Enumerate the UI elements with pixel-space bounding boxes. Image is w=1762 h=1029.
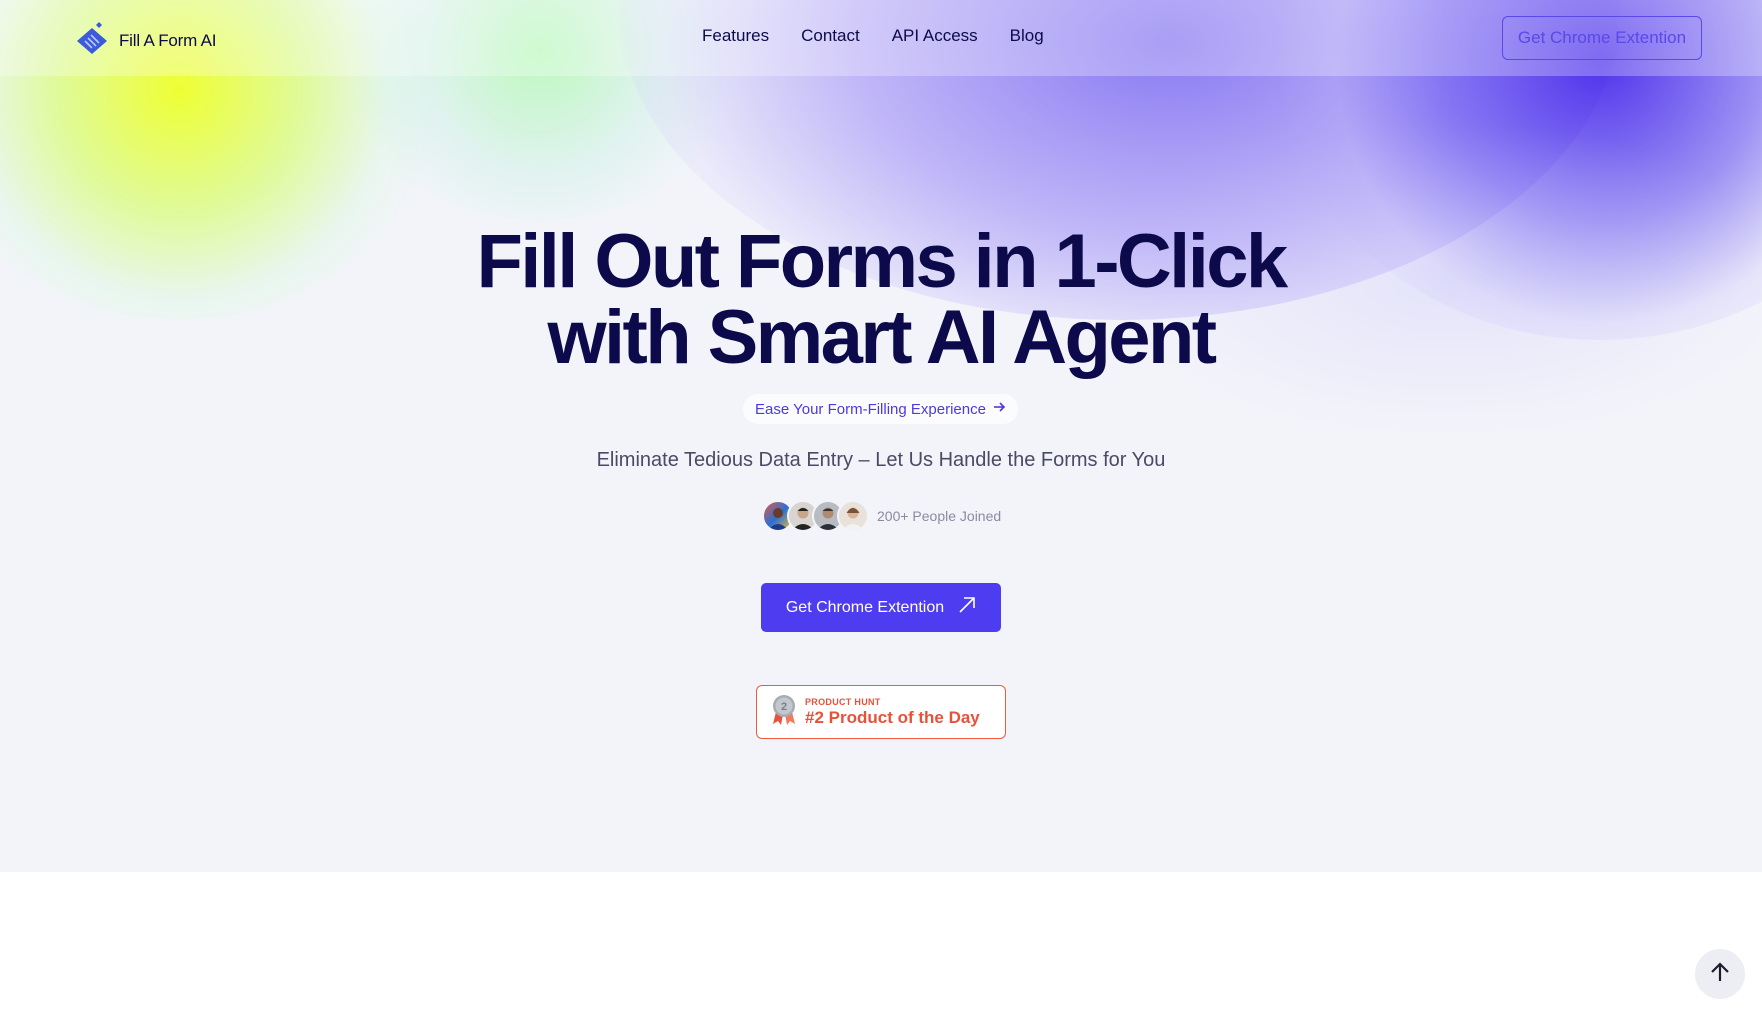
brand-name: Fill A Form AI (119, 30, 217, 50)
nav-chrome-extension-button[interactable]: Get Chrome Extention (1502, 16, 1702, 60)
hero-section: Fill A Form AI Features Contact API Acce… (0, 0, 1762, 872)
joined-count-text: 200+ People Joined (877, 508, 1002, 524)
nav-link-blog[interactable]: Blog (1010, 26, 1044, 46)
headline-line-2: with Smart AI Agent (547, 295, 1218, 380)
cta-label: Get Chrome Extention (785, 598, 945, 616)
nav-link-contact[interactable]: Contact (801, 26, 860, 46)
product-hunt-title: #2 Product of the Day (805, 707, 980, 727)
arrow-right-icon (992, 400, 1006, 418)
hero-headline: Fill Out Forms in 1-Click with Smart AI … (0, 224, 1762, 376)
product-hunt-badge[interactable]: 2 PRODUCT HUNT #2 Product of the Day (756, 685, 1006, 739)
social-proof: 200+ People Joined (762, 500, 1001, 532)
scroll-to-top-button[interactable] (1695, 949, 1745, 999)
nav-link-api-access[interactable]: API Access (892, 26, 978, 46)
nav-links: Features Contact API Access Blog (702, 26, 1044, 46)
avatar-group (762, 500, 869, 532)
medal-icon: 2 (771, 694, 797, 731)
avatar (837, 500, 869, 532)
top-navbar: Fill A Form AI Features Contact API Acce… (0, 0, 1762, 76)
arrow-up-icon (1709, 961, 1731, 988)
hero-chrome-extension-button[interactable]: Get Chrome Extention (761, 583, 1001, 632)
ease-experience-pill[interactable]: Ease Your Form-Filling Experience (743, 394, 1018, 424)
product-hunt-label: PRODUCT HUNT (805, 696, 881, 707)
headline-line-1: Fill Out Forms in 1-Click (476, 219, 1288, 304)
diamond-logo-icon (75, 22, 109, 59)
nav-link-features[interactable]: Features (702, 26, 769, 46)
brand-logo[interactable]: Fill A Form AI (75, 22, 217, 59)
hero-subheadline: Eliminate Tedious Data Entry – Let Us Ha… (596, 449, 1166, 471)
medal-rank: 2 (781, 701, 787, 713)
arrow-up-right-icon (958, 596, 976, 619)
pill-label: Ease Your Form-Filling Experience (755, 400, 986, 418)
product-hunt-text: PRODUCT HUNT #2 Product of the Day (805, 697, 980, 728)
